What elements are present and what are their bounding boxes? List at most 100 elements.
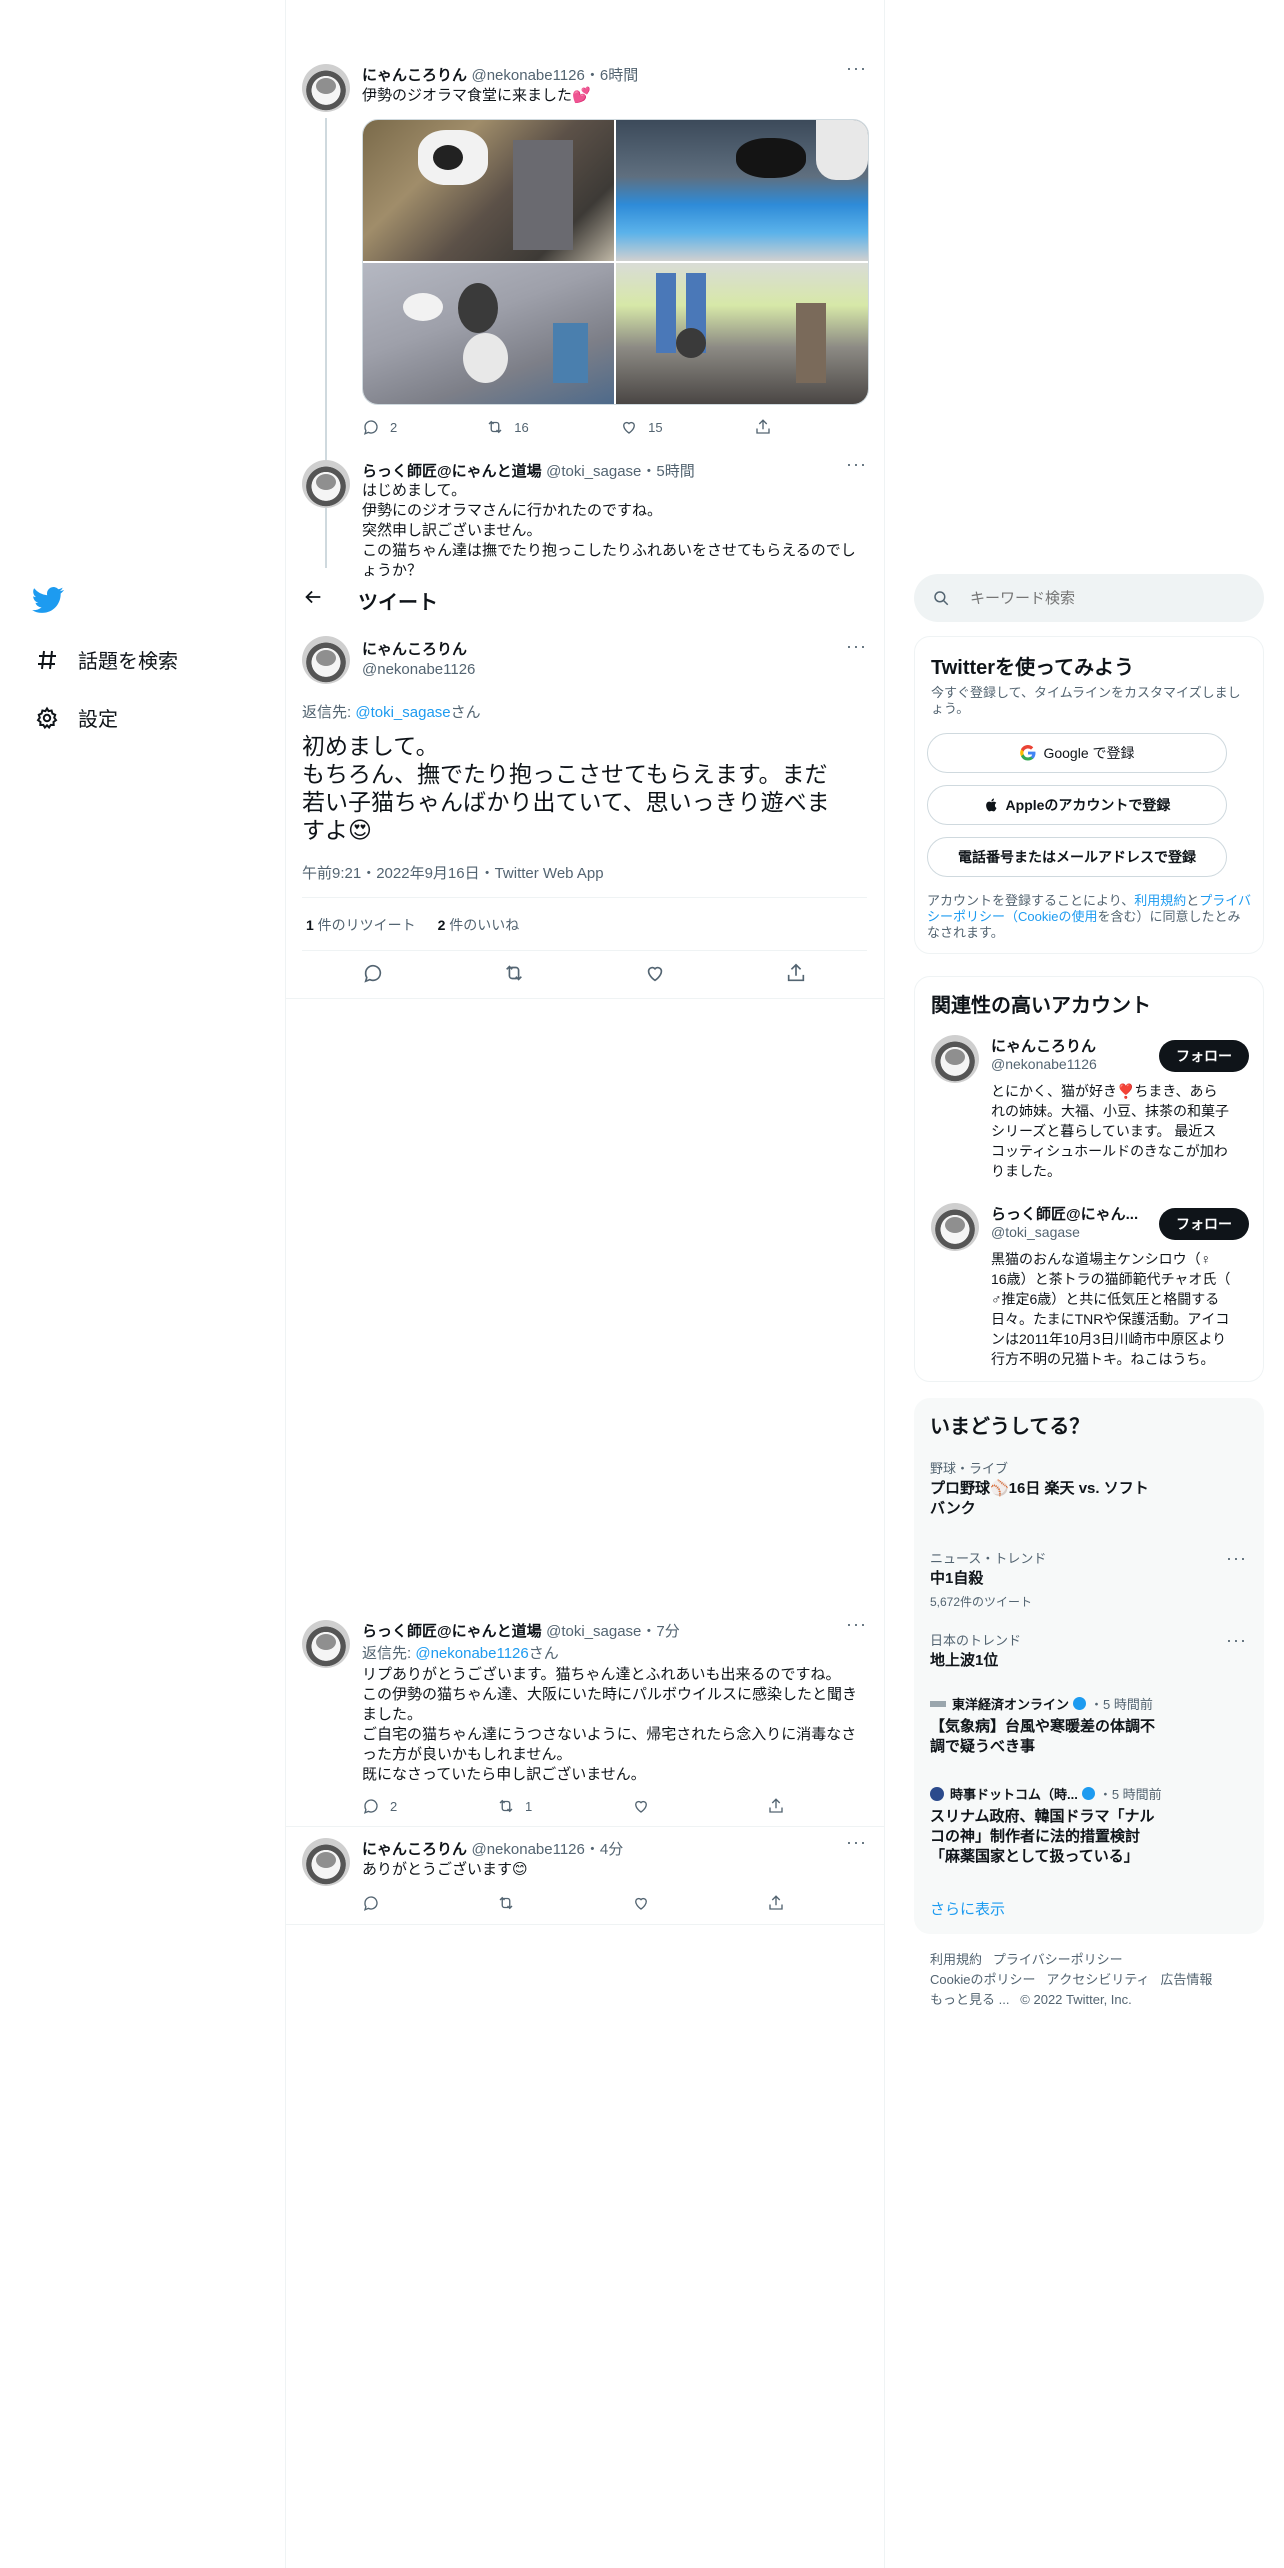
- tweet-time[interactable]: ・5時間: [641, 463, 694, 480]
- tweet-page-header: ツイート: [286, 576, 884, 621]
- avatar[interactable]: [302, 64, 350, 112]
- back-arrow-icon[interactable]: [302, 586, 328, 612]
- tweet-author-handle[interactable]: @nekonabe1126: [471, 67, 584, 84]
- avatar[interactable]: [931, 1203, 979, 1251]
- tweet-actions: 2 1: [362, 1797, 802, 1815]
- footer-link[interactable]: プライバシーポリシー: [993, 1952, 1123, 1967]
- reply-button[interactable]: [362, 1894, 497, 1912]
- news-item[interactable]: 東洋経済オンライン ・5 時間前 【気象病】台風や寒暖差の体調不 調で疑うべき事: [930, 1694, 1246, 1757]
- follow-button[interactable]: フォロー: [1159, 1208, 1249, 1240]
- apple-signup-button[interactable]: Appleのアカウントで登録: [927, 785, 1227, 825]
- avatar[interactable]: [302, 1838, 350, 1886]
- share-icon[interactable]: [785, 962, 807, 984]
- more-icon[interactable]: ···: [846, 58, 867, 79]
- account-name-block[interactable]: にゃんころりん @nekonabe1126: [991, 1035, 1097, 1072]
- reply-button[interactable]: 2: [362, 1797, 497, 1815]
- account-name: らっく師匠@にゃん...: [991, 1206, 1139, 1223]
- divider: [302, 950, 867, 951]
- tweet-author-handle[interactable]: @nekonabe1126: [362, 661, 475, 678]
- tweet-text-line: はじめまして。: [362, 482, 467, 499]
- tweet-author-name[interactable]: にゃんころりん: [362, 1841, 467, 1858]
- divider: [286, 998, 884, 999]
- tweet-author-name[interactable]: らっく師匠@にゃんと道場: [362, 1623, 542, 1640]
- account-bio: とにかく、猫が好き❣️ちまき、あら れの姉妹。大福、小豆、抹茶の和菓子 シリーズ…: [991, 1081, 1255, 1181]
- account-name-block[interactable]: らっく師匠@にゃん... @toki_sagase: [991, 1203, 1138, 1240]
- tweet-author-name[interactable]: にゃんころりん: [362, 638, 475, 659]
- footer-link[interactable]: アクセシビリティ: [1046, 1972, 1149, 1987]
- like-button[interactable]: [632, 1894, 767, 1912]
- footer-link[interactable]: Cookieのポリシー: [930, 1972, 1035, 1987]
- avatar[interactable]: [302, 460, 350, 508]
- trend-item[interactable]: 日本のトレンド 地上波1位: [930, 1630, 1246, 1671]
- tweet-author-handle[interactable]: @toki_sagase: [546, 1623, 641, 1640]
- reply-to-prefix: 返信先:: [302, 704, 356, 721]
- terms-link[interactable]: 利用規約: [1134, 893, 1186, 908]
- tweet-time[interactable]: ・7分: [641, 1623, 679, 1640]
- reply-icon[interactable]: [362, 962, 384, 984]
- more-icon[interactable]: ···: [846, 1614, 867, 1635]
- search-box[interactable]: [914, 574, 1264, 622]
- retweet-button[interactable]: [497, 1894, 632, 1912]
- nav-settings[interactable]: 設定: [34, 703, 118, 732]
- footer-link[interactable]: 広告情報: [1160, 1972, 1212, 1987]
- reply-to-link[interactable]: @toki_sagase: [355, 704, 450, 721]
- photo-cats-playing[interactable]: [363, 263, 614, 404]
- follow-button[interactable]: フォロー: [1159, 1040, 1249, 1072]
- retweet-stat[interactable]: 1 件のリツイート: [306, 917, 416, 933]
- share-button[interactable]: [767, 1894, 795, 1912]
- retweet-button[interactable]: 1: [497, 1797, 632, 1815]
- news-source-row: 時事ドットコム（時... ・5 時間前: [930, 1784, 1246, 1803]
- footer-link[interactable]: 利用規約: [930, 1952, 982, 1967]
- trend-item[interactable]: ニュース・トレンド 中1自殺 5,672件のツイート: [930, 1548, 1246, 1610]
- google-signup-button[interactable]: Google で登録: [927, 733, 1227, 773]
- tweet-media-grid[interactable]: [362, 119, 869, 405]
- heart-icon[interactable]: [644, 962, 666, 984]
- nav-explore[interactable]: 話題を検索: [34, 645, 178, 674]
- bio-line: 日々。たまにTNRや保護活動。アイコ: [991, 1311, 1230, 1327]
- tweet-author-name[interactable]: にゃんころりん: [362, 67, 467, 84]
- tweet-author-name[interactable]: らっく師匠@にゃんと道場: [362, 463, 542, 480]
- retweet-button[interactable]: 16: [486, 418, 620, 436]
- tweet-text-line: 突然申し訳ございません。: [362, 522, 542, 539]
- photo-cat-city-diorama[interactable]: [616, 263, 868, 404]
- news-item[interactable]: 時事ドットコム（時... ・5 時間前 スリナム政府、韓国ドラマ「ナル コの神」…: [930, 1784, 1246, 1867]
- more-icon[interactable]: ···: [846, 636, 867, 657]
- show-more-link[interactable]: さらに表示: [930, 1898, 1005, 1919]
- tweet-text-line: ご自宅の猫ちゃん達にうつさないように、帰宅されたら念入りに消毒なさ: [362, 1726, 857, 1743]
- avatar[interactable]: [931, 1035, 979, 1083]
- search-input[interactable]: [968, 588, 1232, 608]
- like-button[interactable]: 15: [620, 418, 754, 436]
- more-icon[interactable]: ···: [846, 454, 867, 475]
- tweet-author-handle[interactable]: @toki_sagase: [546, 463, 641, 480]
- share-button[interactable]: [767, 1797, 795, 1815]
- like-button[interactable]: [632, 1797, 767, 1815]
- reply-icon: [363, 1799, 378, 1814]
- tweet-author-handle[interactable]: @nekonabe1126: [471, 1841, 584, 1858]
- tweet-time[interactable]: ・6時間: [585, 67, 638, 84]
- share-button[interactable]: [754, 418, 782, 436]
- tweet-timestamp[interactable]: 午前9:21・2022年9月16日・Twitter Web App: [302, 862, 604, 883]
- trend-item[interactable]: 野球・ライブ プロ野球⚾16日 楽天 vs. ソフト バンク: [930, 1458, 1246, 1519]
- photo-cat-diorama-1[interactable]: [363, 120, 614, 261]
- account-name: にゃんころりん: [991, 1038, 1097, 1055]
- twitter-logo-icon[interactable]: [32, 584, 64, 616]
- more-icon[interactable]: ···: [846, 1832, 867, 1853]
- avatar[interactable]: [302, 1620, 350, 1668]
- photo-cat-diorama-2[interactable]: [616, 120, 868, 261]
- trend-category: 日本のトレンド: [930, 1633, 1022, 1648]
- avatar[interactable]: [302, 636, 350, 684]
- more-icon[interactable]: ···: [1226, 1630, 1247, 1651]
- reply-to-suffix: さん: [528, 1645, 559, 1662]
- tweet-time[interactable]: ・4分: [585, 1841, 623, 1858]
- retweet-icon[interactable]: [503, 962, 525, 984]
- reply-to: 返信先: @nekonabe1126さん: [362, 1642, 559, 1663]
- footer-more-link[interactable]: もっと見る ...: [930, 1992, 1009, 2007]
- signup-buttons: Google で登録 Appleのアカウントで登録 電話番号またはメールアドレス…: [927, 733, 1227, 903]
- reply-to-link[interactable]: @nekonabe1126: [415, 1645, 528, 1662]
- phone-email-signup-button[interactable]: 電話番号またはメールアドレスで登録: [927, 837, 1227, 877]
- reply-button[interactable]: 2: [362, 418, 486, 436]
- more-icon[interactable]: ···: [1226, 1548, 1247, 1569]
- like-stat[interactable]: 2 件のいいね: [438, 917, 520, 933]
- tweet-text-line: 伊勢にのジオラマさんに行かれたのですね。: [362, 502, 663, 519]
- source-logo-icon: [930, 1700, 946, 1707]
